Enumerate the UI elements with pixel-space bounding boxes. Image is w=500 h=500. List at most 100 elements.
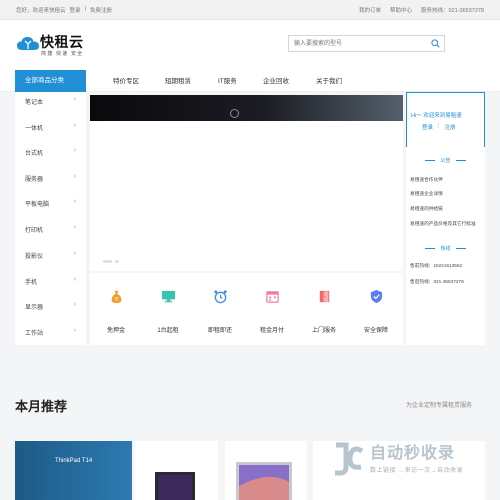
sidebar-item-monitor[interactable]: 显示器 ›: [15, 297, 86, 323]
product-card-macbook-pro[interactable]: [135, 441, 218, 500]
search-input[interactable]: [289, 36, 429, 51]
sidebar-item-all-in-one[interactable]: 一体机 ›: [15, 118, 86, 144]
laptop-image: [155, 472, 195, 500]
sidebar-item-laptop[interactable]: 笔记本 ›: [15, 92, 86, 118]
chevron-right-icon: ›: [73, 122, 76, 129]
panel-login-link[interactable]: 登录: [422, 123, 433, 131]
header: 快租云 简捷 快速 安全: [0, 20, 500, 68]
product-card-macbook-air[interactable]: [225, 441, 307, 500]
panel-auth-links: 登录 | 注册: [422, 123, 455, 131]
logo-name: 快租云: [40, 34, 84, 50]
feature-security: 安全保障: [350, 273, 402, 345]
nav-link-about[interactable]: 关于我们: [316, 75, 342, 85]
feature-one-unit: 1台起租: [142, 273, 194, 345]
cloud-logo-icon: [17, 37, 39, 50]
sidebar-item-projector[interactable]: 投影仪 ›: [15, 246, 86, 272]
sidebar-item-label: 显示器: [25, 305, 44, 311]
sidebar-item-label: 工作站: [25, 331, 44, 337]
alarm-clock-icon: [214, 290, 227, 304]
greeting-text: 您好，欢迎来快租云: [16, 8, 66, 14]
sidebar-item-printer[interactable]: 打印机 ›: [15, 220, 86, 246]
feature-label: 1台起租: [157, 328, 179, 334]
main-nav: 全部商品分类 特价专区 短期租赁 IT服务 企业回收 关于我们: [0, 68, 500, 92]
feature-no-deposit: ¥ 免押金: [90, 273, 142, 345]
chevron-right-icon: ›: [73, 147, 76, 154]
watermark-logo-icon: [335, 442, 364, 476]
sidebar-item-label: 服务器: [25, 177, 44, 183]
feature-onsite: 上门服务: [298, 273, 350, 345]
chevron-right-icon: ›: [73, 301, 76, 308]
lamp-icon: [230, 109, 239, 118]
feature-rent-return: 即租即还: [194, 273, 246, 345]
banner-dot[interactable]: [115, 260, 119, 263]
chevron-right-icon: ›: [73, 224, 76, 231]
svg-text:¥: ¥: [115, 297, 118, 303]
feature-label: 免押金: [106, 328, 125, 334]
laptop-image: [236, 462, 292, 500]
chevron-right-icon: ›: [73, 96, 76, 103]
chevron-right-icon: ›: [73, 327, 76, 334]
sidebar-item-label: 台式机: [25, 151, 44, 157]
my-orders-link[interactable]: 我的订单: [359, 6, 381, 14]
sidebar-item-tablet[interactable]: 平板电脑 ›: [15, 194, 86, 220]
chevron-right-icon: ›: [73, 173, 76, 180]
sidebar-item-label: 打印机: [25, 228, 44, 234]
watermark-title: 自动秒收录: [370, 445, 456, 462]
welcome-text: Hi～ 欢迎来到易租速: [411, 113, 462, 119]
door-icon: [319, 290, 330, 303]
hotline-title: 热线: [406, 245, 485, 252]
banner-dot-active[interactable]: [103, 260, 112, 263]
section-subtitle: 为企业定制专属租赁服务: [406, 403, 473, 409]
section-title: 本月推荐: [15, 399, 68, 414]
sidebar-item-label: 一体机: [25, 126, 44, 132]
notice-item[interactable]: 易租速的产品价格及其它行标准: [410, 221, 476, 227]
notice-item[interactable]: 易租速合作伙伴: [410, 177, 443, 183]
aftersales-hotline: 售后热线：021-36537278: [410, 279, 464, 284]
money-bag-icon: ¥: [111, 290, 122, 304]
search-icon[interactable]: [431, 39, 440, 48]
calendar-icon: [266, 291, 279, 303]
nav-link-short-term[interactable]: 短期租赁: [165, 75, 191, 85]
notice-title: 公告: [406, 157, 485, 164]
service-hotline: 服务热线：021-36537278: [421, 8, 484, 14]
nav-link-recycling[interactable]: 企业回收: [263, 75, 289, 85]
all-categories-tab[interactable]: 全部商品分类: [15, 70, 86, 92]
sidebar-item-workstation[interactable]: 工作站 ›: [15, 323, 86, 349]
notice-item[interactable]: 易租速的供给链: [410, 206, 443, 212]
feature-label: 即租即还: [207, 328, 232, 334]
feature-label: 租金月付: [259, 328, 284, 334]
nav-link-specials[interactable]: 特价专区: [113, 75, 139, 85]
logo[interactable]: 快租云 简捷 快速 安全: [17, 32, 97, 62]
product-card-thinkpad[interactable]: ThinkPad T14: [15, 441, 132, 500]
shield-icon: [370, 289, 383, 304]
top-register-link[interactable]: 免费注册: [90, 6, 112, 14]
feature-strip: ¥ 免押金 1台起租 即租即还 租金月付 上门服务 安全保障: [90, 273, 403, 345]
sidebar-item-phone[interactable]: 手机 ›: [15, 272, 86, 298]
welcome-box: Hi～ 欢迎来到易租速 登录 | 注册: [406, 92, 485, 147]
feature-label: 上门服务: [311, 328, 336, 334]
product-title: ThinkPad T14: [55, 458, 93, 464]
help-center-link[interactable]: 帮助中心: [390, 6, 412, 14]
nav-link-it-services[interactable]: IT服务: [218, 75, 237, 85]
chevron-right-icon: ›: [73, 198, 76, 205]
top-separator: |: [84, 6, 86, 12]
sidebar-item-server[interactable]: 服务器 ›: [15, 169, 86, 195]
banner-pagination: [103, 260, 119, 263]
watermark-subtitle: 数上链接 →来访一次→自动收录: [370, 468, 464, 474]
hero-banner[interactable]: [90, 95, 403, 271]
top-bar-right: 我的订单 帮助中心 服务热线：021-36537278: [359, 6, 484, 14]
panel-register-link[interactable]: 注册: [444, 123, 455, 131]
top-login-link[interactable]: 登录: [70, 6, 81, 14]
watermark: 自动秒收录 数上链接 →来访一次→自动收录: [330, 439, 490, 487]
user-panel: Hi～ 欢迎来到易租速 登录 | 注册 公告 易租速合作伙伴 易租速企业详情 易…: [406, 92, 485, 345]
search-box: [288, 35, 445, 52]
sidebar-item-label: 笔记本: [25, 100, 44, 106]
sidebar-item-desktop[interactable]: 台式机 ›: [15, 143, 86, 169]
top-bar: 您好，欢迎来快租云 登录 | 免费注册 我的订单 帮助中心 服务热线：021-3…: [0, 0, 500, 20]
presales-hotline: 售前热线：15221613562: [410, 263, 463, 268]
category-sidebar: 笔记本 › 一体机 › 台式机 › 服务器 › 平板电脑 › 打印机 › 投影仪 › 手机 › …: [15, 92, 86, 345]
notice-item[interactable]: 易租速企业详情: [410, 191, 443, 197]
sidebar-item-label: 平板电脑: [25, 202, 50, 208]
logo-tagline: 简捷 快速 安全: [41, 51, 84, 57]
monitor-icon: [161, 290, 176, 303]
